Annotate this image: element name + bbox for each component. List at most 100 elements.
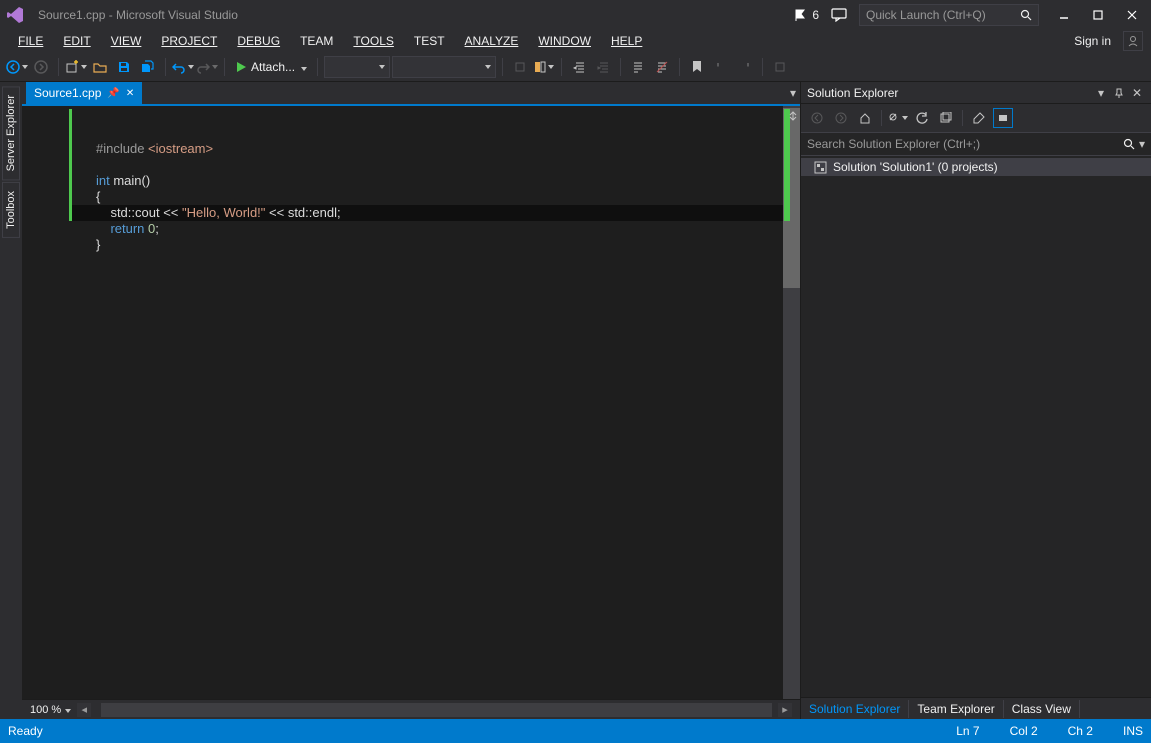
status-ready: Ready — [8, 724, 926, 738]
outdent-button[interactable] — [568, 56, 590, 78]
chevron-down-icon — [299, 60, 307, 74]
refresh-button[interactable] — [912, 108, 932, 128]
save-all-button[interactable] — [137, 56, 159, 78]
notifications-indicator[interactable]: 6 — [792, 7, 819, 23]
document-tabs: Source1.cpp 📌 ✕ ▾ — [22, 82, 800, 106]
notification-count: 6 — [812, 8, 819, 22]
close-tab-icon[interactable]: ✕ — [126, 88, 134, 99]
editor-area: Source1.cpp 📌 ✕ ▾ − #include <iostream> … — [22, 82, 801, 719]
code-editor[interactable]: #include <iostream> int main() { std::co… — [72, 106, 783, 699]
solution-config-combo[interactable] — [324, 56, 390, 78]
menu-tools[interactable]: TOOLS — [343, 32, 403, 50]
prev-bookmark-button[interactable] — [710, 56, 732, 78]
menu-file[interactable]: FILE — [8, 32, 53, 50]
pin-panel-icon[interactable] — [1111, 85, 1127, 101]
menu-view[interactable]: VIEW — [101, 32, 152, 50]
panel-options-dropdown[interactable]: ▾ — [1093, 85, 1109, 101]
quick-launch-box[interactable]: Quick Launch (Ctrl+Q) — [859, 4, 1039, 26]
uncomment-button[interactable] — [651, 56, 673, 78]
left-tool-tabs: Server Explorer Toolbox — [0, 82, 22, 719]
search-icon — [1123, 138, 1135, 150]
comment-button[interactable] — [627, 56, 649, 78]
panel-back-button[interactable] — [807, 108, 827, 128]
titlebar: Source1.cpp - Microsoft Visual Studio 6 … — [0, 0, 1151, 30]
toolbox-tab[interactable]: Toolbox — [2, 182, 20, 238]
panel-tab-team-explorer[interactable]: Team Explorer — [909, 700, 1003, 718]
menu-edit[interactable]: EDIT — [53, 32, 100, 50]
main-area: Server Explorer Toolbox Source1.cpp 📌 ✕ … — [0, 82, 1151, 719]
attach-label: Attach... — [251, 60, 295, 74]
panel-tab-solution-explorer[interactable]: Solution Explorer — [801, 700, 909, 718]
overview-change-marker — [784, 109, 790, 221]
preview-toggle[interactable] — [993, 108, 1013, 128]
panel-tab-class-view[interactable]: Class View — [1004, 700, 1080, 718]
open-file-button[interactable] — [89, 56, 111, 78]
tab-list-dropdown[interactable]: ▾ — [790, 86, 796, 100]
toolbar-overflow-button[interactable] — [769, 56, 791, 78]
hscroll-right-button[interactable]: ▸ — [778, 703, 792, 717]
bookmark-button[interactable] — [686, 56, 708, 78]
status-ch: Ch 2 — [1068, 724, 1093, 738]
panel-header: Solution Explorer ▾ ✕ — [801, 82, 1151, 104]
chevron-down-icon[interactable]: ▾ — [1139, 137, 1145, 151]
flag-icon — [792, 7, 808, 23]
close-button[interactable] — [1115, 2, 1149, 28]
play-icon — [235, 61, 247, 73]
solution-tree[interactable]: Solution 'Solution1' (0 projects) — [801, 156, 1151, 697]
user-profile-icon[interactable] — [1123, 31, 1143, 51]
indent-button[interactable] — [592, 56, 614, 78]
toolbar-btn-1[interactable] — [509, 56, 531, 78]
menu-test[interactable]: TEST — [404, 32, 455, 50]
zoom-level[interactable]: 100 % — [30, 704, 71, 716]
code-content: #include <iostream> int main() { std::co… — [96, 141, 783, 253]
menu-analyze[interactable]: ANALYZE — [455, 32, 529, 50]
collapse-all-button[interactable] — [936, 108, 956, 128]
menu-team[interactable]: TEAM — [290, 32, 343, 50]
redo-button[interactable] — [196, 56, 218, 78]
start-debug-button[interactable]: Attach... — [231, 56, 311, 78]
menubar: FILE EDIT VIEW PROJECT DEBUG TEAM TOOLS … — [0, 30, 1151, 52]
save-button[interactable] — [113, 56, 135, 78]
menu-project[interactable]: PROJECT — [151, 32, 227, 50]
status-line: Ln 7 — [956, 724, 979, 738]
next-bookmark-button[interactable] — [734, 56, 756, 78]
hscroll-left-button[interactable]: ◂ — [77, 703, 91, 717]
properties-button[interactable] — [969, 108, 989, 128]
panel-toolbar — [801, 104, 1151, 132]
undo-button[interactable] — [172, 56, 194, 78]
solution-icon — [813, 160, 827, 174]
server-explorer-tab[interactable]: Server Explorer — [2, 86, 20, 180]
solution-root-label: Solution 'Solution1' (0 projects) — [833, 160, 998, 174]
window-title: Source1.cpp - Microsoft Visual Studio — [38, 8, 238, 22]
editor-body: − #include <iostream> int main() { std::… — [22, 106, 800, 699]
panel-forward-button[interactable] — [831, 108, 851, 128]
pin-icon[interactable]: 📌 — [107, 88, 119, 99]
maximize-button[interactable] — [1081, 2, 1115, 28]
toolbar-btn-2[interactable] — [533, 56, 555, 78]
solution-platform-combo[interactable] — [392, 56, 496, 78]
horizontal-scrollbar[interactable] — [101, 703, 772, 717]
minimize-button[interactable] — [1047, 2, 1081, 28]
menu-help[interactable]: HELP — [601, 32, 652, 50]
solution-root-node[interactable]: Solution 'Solution1' (0 projects) — [801, 158, 1151, 176]
main-toolbar: Attach... — [0, 52, 1151, 82]
scope-dropdown[interactable] — [888, 108, 908, 128]
nav-back-button[interactable] — [6, 56, 28, 78]
search-icon — [1020, 9, 1032, 21]
solution-search-box[interactable]: Search Solution Explorer (Ctrl+;) ▾ — [801, 132, 1151, 156]
new-project-button[interactable] — [65, 56, 87, 78]
statusbar: Ready Ln 7 Col 2 Ch 2 INS — [0, 719, 1151, 743]
status-ins: INS — [1123, 724, 1143, 738]
menu-debug[interactable]: DEBUG — [227, 32, 290, 50]
solution-explorer-panel: Solution Explorer ▾ ✕ Search Solution Ex… — [801, 82, 1151, 719]
feedback-icon[interactable] — [831, 7, 847, 23]
document-tab-active[interactable]: Source1.cpp 📌 ✕ — [26, 82, 142, 104]
menu-window[interactable]: WINDOW — [528, 32, 601, 50]
visual-studio-icon — [2, 2, 28, 28]
document-tab-filename: Source1.cpp — [34, 86, 101, 100]
split-editor-icon[interactable] — [786, 109, 800, 123]
close-panel-icon[interactable]: ✕ — [1129, 85, 1145, 101]
nav-forward-button[interactable] — [30, 56, 52, 78]
sign-in-link[interactable]: Sign in — [1066, 32, 1119, 50]
home-button[interactable] — [855, 108, 875, 128]
